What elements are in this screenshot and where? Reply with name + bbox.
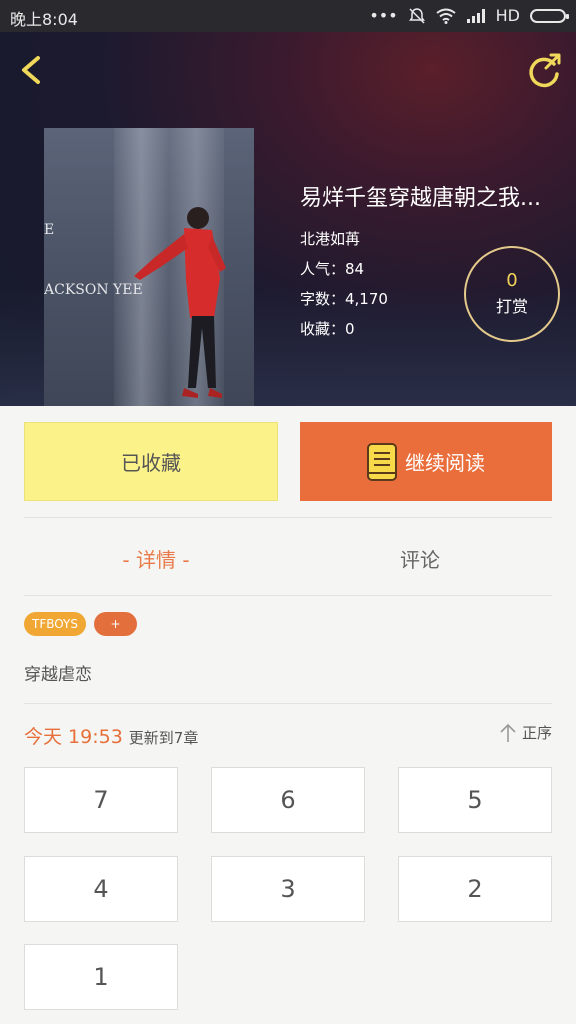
book-cover: E ACKSON YEE xyxy=(44,128,254,406)
battery-icon xyxy=(530,8,569,23)
divider xyxy=(24,595,552,596)
tab-bar: - 详情 - 评论 xyxy=(24,520,552,596)
update-info: 今天 19:53 更新到7章 xyxy=(24,722,198,749)
book-description: 穿越虐恋 xyxy=(24,665,92,685)
chapter-button[interactable]: 3 xyxy=(211,856,365,922)
divider xyxy=(24,703,552,704)
update-text: 更新到7章 xyxy=(128,729,199,747)
chapter-button[interactable]: 7 xyxy=(24,767,178,833)
status-time: 晚上8:04 xyxy=(10,10,78,29)
book-icon xyxy=(367,442,397,481)
tab-details[interactable]: - 详情 - xyxy=(24,520,288,596)
chapter-button[interactable]: 5 xyxy=(398,767,552,833)
tip-button[interactable]: 0 打赏 xyxy=(464,246,560,342)
back-arrow-icon[interactable] xyxy=(14,52,50,88)
tip-label: 打赏 xyxy=(495,297,528,316)
book-header: E ACKSON YEE 易烊千玺穿越唐朝之我... 北港如苒 人气：84 字数… xyxy=(0,32,576,406)
status-bar: 晚上8:04 ••• HD xyxy=(0,0,576,32)
chapter-button[interactable]: 2 xyxy=(398,856,552,922)
favorited-label: 已收藏 xyxy=(121,451,181,475)
refresh-icon[interactable] xyxy=(524,50,564,90)
continue-reading-label: 继续阅读 xyxy=(405,451,485,475)
tag-tfboys[interactable]: TFBOYS xyxy=(24,612,86,636)
tag-list: TFBOYS + xyxy=(24,612,137,636)
sort-label: 正序 xyxy=(521,724,552,742)
more-dots-icon: ••• xyxy=(369,6,398,25)
tip-count: 0 xyxy=(506,270,518,291)
continue-reading-button[interactable]: 继续阅读 xyxy=(300,422,552,501)
chapter-button[interactable]: 4 xyxy=(24,856,178,922)
tab-comments[interactable]: 评论 xyxy=(288,520,552,596)
chapter-button[interactable]: 1 xyxy=(24,944,178,1010)
book-title: 易烊千玺穿越唐朝之我... xyxy=(300,186,541,211)
arrow-up-icon xyxy=(500,723,516,742)
sort-toggle[interactable]: 正序 xyxy=(500,722,552,743)
update-date: 今天 19:53 xyxy=(24,726,123,748)
divider xyxy=(24,517,552,518)
cover-figure-illustration xyxy=(134,207,226,398)
wifi-icon xyxy=(436,8,456,24)
favorited-button[interactable]: 已收藏 xyxy=(24,422,278,501)
network-type: HD xyxy=(495,6,520,25)
add-tag-button[interactable]: + xyxy=(94,612,137,636)
signal-icon xyxy=(466,8,485,23)
chapter-button[interactable]: 6 xyxy=(211,767,365,833)
mute-icon xyxy=(408,7,425,24)
cover-text-top: E xyxy=(44,222,55,238)
status-icons: ••• HD xyxy=(369,6,569,25)
